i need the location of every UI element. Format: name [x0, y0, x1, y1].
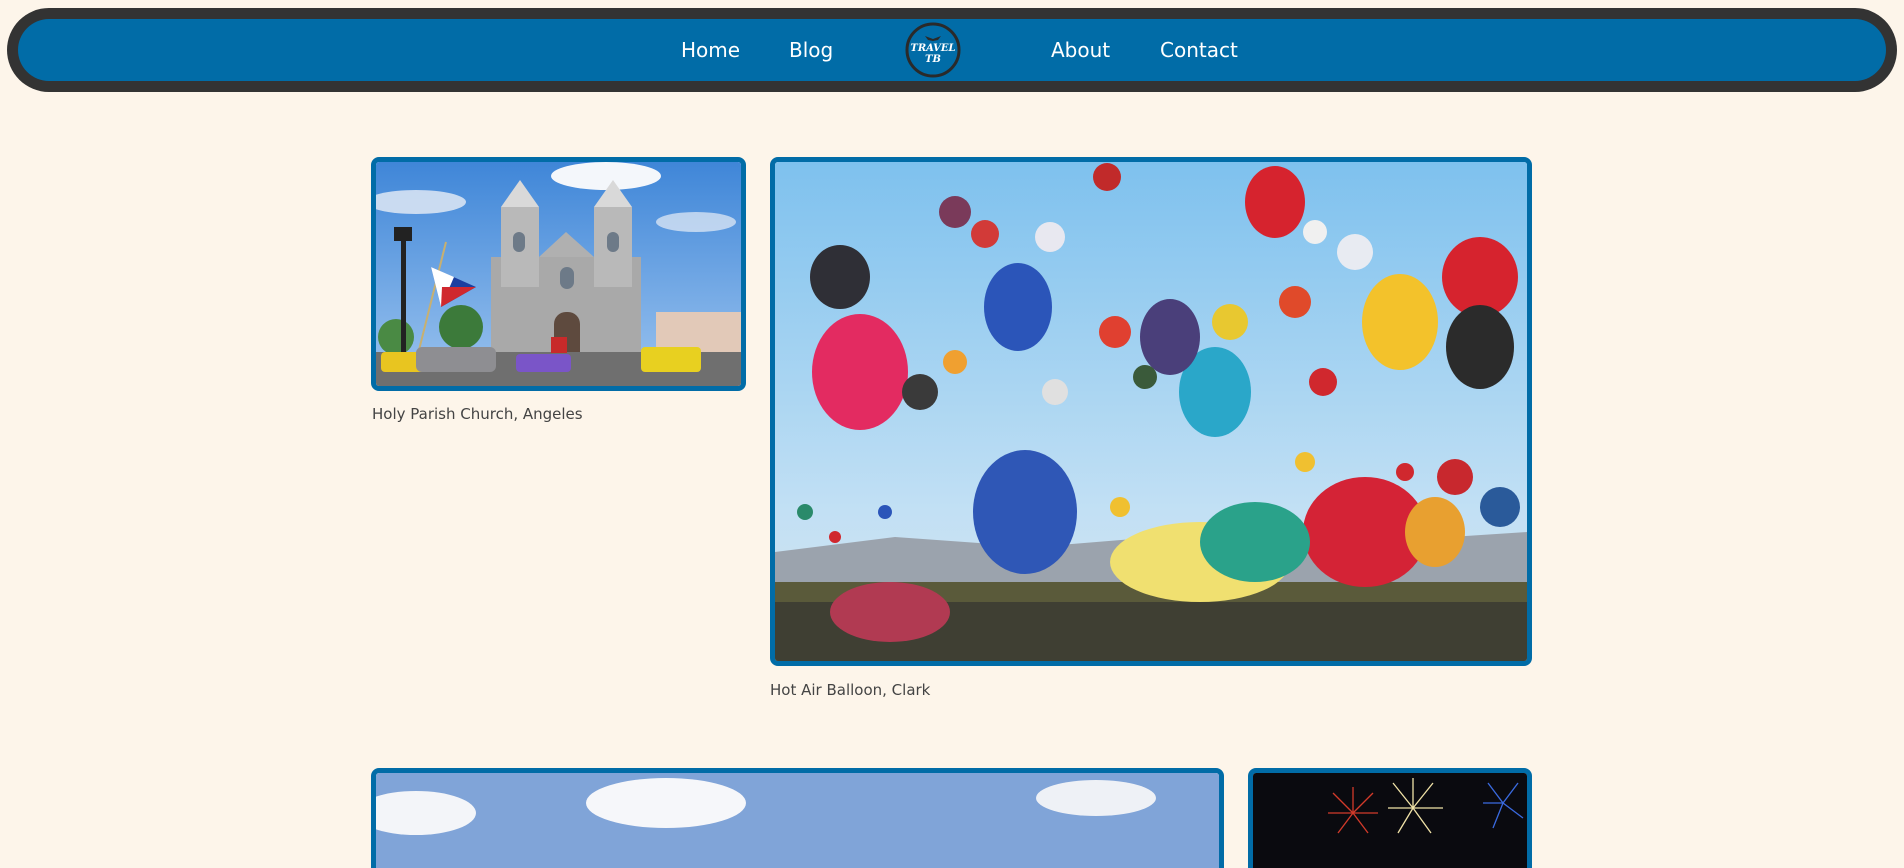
- nav-link-contact[interactable]: Contact: [1160, 19, 1238, 81]
- hot-air-balloons-image: [775, 162, 1527, 661]
- site-logo[interactable]: TRAVEL TB: [905, 22, 961, 78]
- church-photo[interactable]: [371, 157, 746, 391]
- church-caption: Holy Parish Church, Angeles: [372, 405, 583, 423]
- hot-air-balloons-photo[interactable]: [770, 157, 1532, 666]
- fireworks-image: [1253, 773, 1527, 868]
- logo-text-line1: TRAVEL: [910, 43, 955, 54]
- navbar: Home Blog TRAVEL TB About Contact: [18, 19, 1886, 81]
- nav-link-about[interactable]: About: [1051, 19, 1110, 81]
- logo-badge-icon: TRAVEL TB: [905, 22, 961, 78]
- sky-clouds-photo[interactable]: [371, 768, 1224, 868]
- navbar-outer: Home Blog TRAVEL TB About Contact: [7, 8, 1897, 92]
- sky-clouds-image: [376, 773, 1219, 868]
- logo-text-line2: TB: [925, 54, 941, 65]
- nav-link-blog[interactable]: Blog: [789, 19, 833, 81]
- balloons-caption: Hot Air Balloon, Clark: [770, 681, 931, 699]
- nav-link-home[interactable]: Home: [681, 19, 740, 81]
- church-image: [376, 162, 741, 386]
- fireworks-photo[interactable]: [1248, 768, 1532, 868]
